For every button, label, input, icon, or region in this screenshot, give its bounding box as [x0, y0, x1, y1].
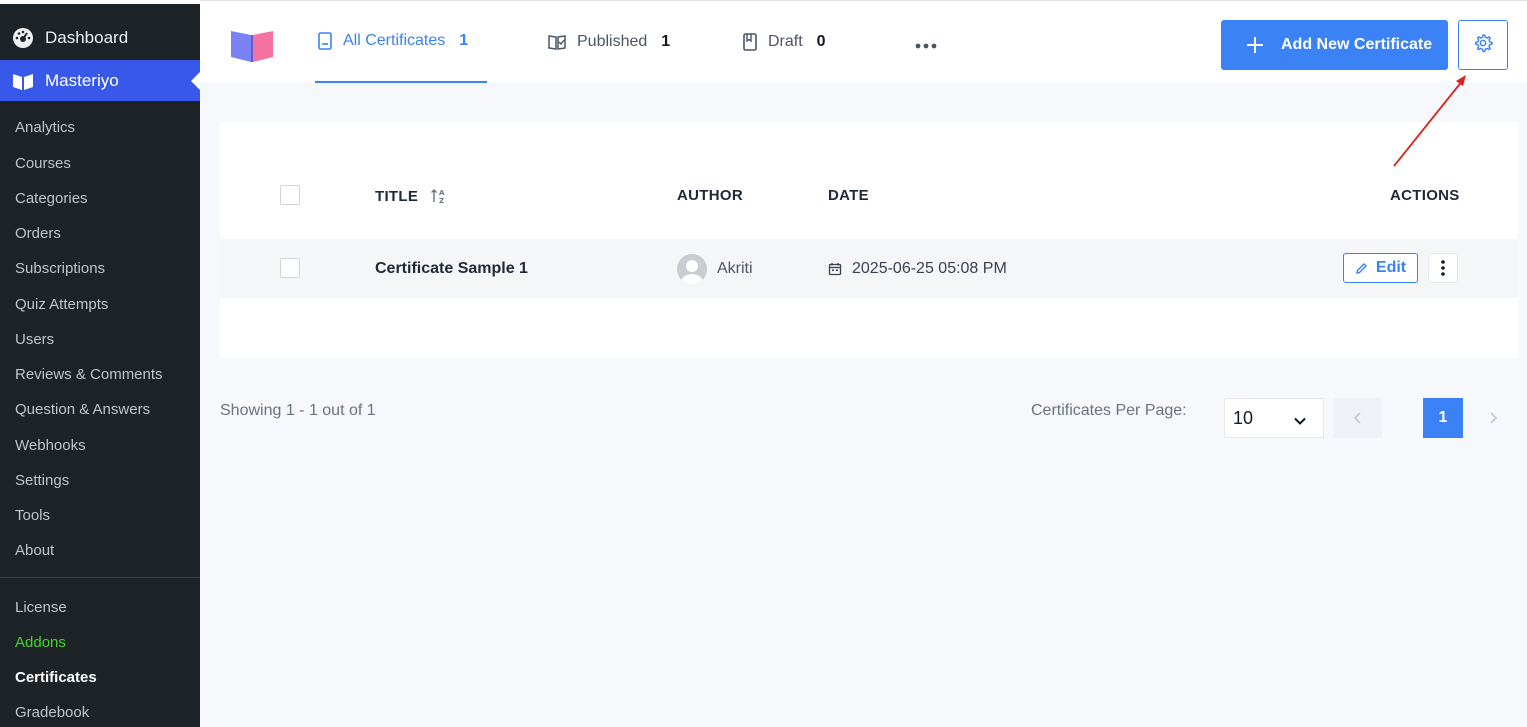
sidebar-item-dashboard[interactable]: Dashboard	[0, 22, 200, 54]
submenu-certificates[interactable]: Certificates	[15, 669, 97, 686]
chevron-right-icon	[1490, 412, 1498, 424]
submenu-users[interactable]: Users	[15, 331, 54, 348]
avatar	[677, 253, 707, 284]
edit-label: Edit	[1375, 259, 1407, 276]
row-checkbox[interactable]	[280, 258, 300, 278]
gear-icon	[1473, 33, 1493, 58]
sidebar-item-masteriyo[interactable]: Masteriyo	[0, 60, 200, 101]
per-page-label: Certificates Per Page:	[1031, 402, 1187, 419]
submenu-orders[interactable]: Orders	[15, 225, 61, 242]
column-header-title[interactable]: TITLE AZ	[375, 187, 446, 206]
edit-button[interactable]: Edit	[1343, 253, 1418, 283]
row-actions-menu-button[interactable]	[1428, 253, 1458, 283]
column-header-actions: ACTIONS	[1390, 187, 1460, 204]
select-all-checkbox[interactable]	[280, 185, 300, 205]
author-cell: Akriti	[677, 239, 753, 298]
calendar-icon	[828, 262, 842, 276]
tab-published[interactable]: Published 1	[547, 1, 670, 83]
submenu-question-answers[interactable]: Question & Answers	[15, 401, 150, 418]
tab-all-certificates[interactable]: All Certificates 1	[315, 1, 487, 83]
book-icon	[12, 71, 34, 91]
column-header-author: AUTHOR	[677, 187, 743, 204]
submenu-gradebook[interactable]: Gradebook	[15, 704, 89, 721]
page-button-current[interactable]: 1	[1423, 398, 1463, 438]
submenu-analytics[interactable]: Analytics	[15, 119, 75, 136]
settings-button[interactable]	[1458, 20, 1508, 70]
tab-count: 0	[816, 33, 826, 50]
author-name: Akriti	[717, 259, 753, 277]
showing-count: Showing 1 - 1 out of 1	[220, 402, 376, 419]
submenu-about[interactable]: About	[15, 542, 54, 559]
date-cell: 2025-06-25 05:08 PM	[828, 239, 1007, 298]
tab-count: 1	[661, 33, 671, 50]
certificate-title[interactable]: Certificate Sample 1	[375, 239, 528, 298]
pencil-icon	[1355, 262, 1367, 274]
certificates-table: TITLE AZ AUTHOR DATE ACTIONS Certificate…	[220, 122, 1518, 358]
submenu-webhooks[interactable]: Webhooks	[15, 437, 86, 454]
sidebar-top-edge	[0, 0, 200, 4]
sort-icon[interactable]: AZ	[430, 187, 446, 205]
chevron-down-icon	[1293, 412, 1307, 433]
submenu-license[interactable]: License	[15, 599, 67, 616]
draft-book-icon	[742, 33, 758, 51]
table-row: Certificate Sample 1 Akriti 2025-06-25 0…	[220, 239, 1518, 298]
submenu-settings[interactable]: Settings	[15, 472, 69, 489]
per-page-select[interactable]: 10	[1224, 398, 1324, 438]
column-label: TITLE	[375, 187, 419, 205]
sidebar-divider	[0, 577, 200, 578]
submenu-addons[interactable]: Addons	[15, 634, 66, 651]
svg-text:Z: Z	[439, 197, 444, 205]
sidebar-item-label: Masteriyo	[45, 70, 119, 90]
annotation-arrow-icon	[1393, 75, 1466, 167]
tab-label: Draft	[768, 33, 803, 50]
column-header-date: DATE	[828, 187, 869, 204]
date-value: 2025-06-25 05:08 PM	[852, 259, 1007, 277]
add-button-label: Add New Certificate	[1281, 36, 1433, 53]
kebab-icon	[1441, 260, 1445, 276]
dashboard-icon	[12, 27, 34, 49]
tab-draft[interactable]: Draft 0	[742, 1, 826, 83]
tab-label: Published	[577, 33, 648, 50]
masteriyo-logo-icon	[230, 27, 274, 68]
chevron-left-icon	[1353, 412, 1361, 424]
add-new-certificate-button[interactable]: Add New Certificate	[1221, 20, 1448, 70]
certificate-icon	[317, 32, 333, 50]
submenu-categories[interactable]: Categories	[15, 190, 88, 207]
open-book-icon	[547, 33, 567, 51]
submenu-quiz-attempts[interactable]: Quiz Attempts	[15, 296, 108, 313]
sidebar-item-label: Dashboard	[45, 28, 129, 47]
admin-sidebar: Dashboard Masteriyo Analytics Courses Ca…	[0, 0, 200, 727]
page-header: All Certificates 1 Published 1 Draft 0 A…	[200, 0, 1527, 83]
submenu-courses[interactable]: Courses	[15, 155, 71, 172]
more-tabs-icon[interactable]	[915, 36, 937, 61]
previous-page-button[interactable]	[1334, 398, 1382, 438]
submenu-subscriptions[interactable]: Subscriptions	[15, 260, 105, 277]
per-page-value: 10	[1233, 407, 1254, 428]
tab-count: 1	[459, 32, 469, 49]
tab-label: All Certificates	[343, 32, 446, 49]
submenu-tools[interactable]: Tools	[15, 507, 50, 524]
next-page-button[interactable]	[1473, 398, 1513, 438]
plus-icon	[1245, 35, 1265, 60]
svg-text:A: A	[439, 189, 445, 197]
submenu-reviews-comments[interactable]: Reviews & Comments	[15, 366, 163, 383]
